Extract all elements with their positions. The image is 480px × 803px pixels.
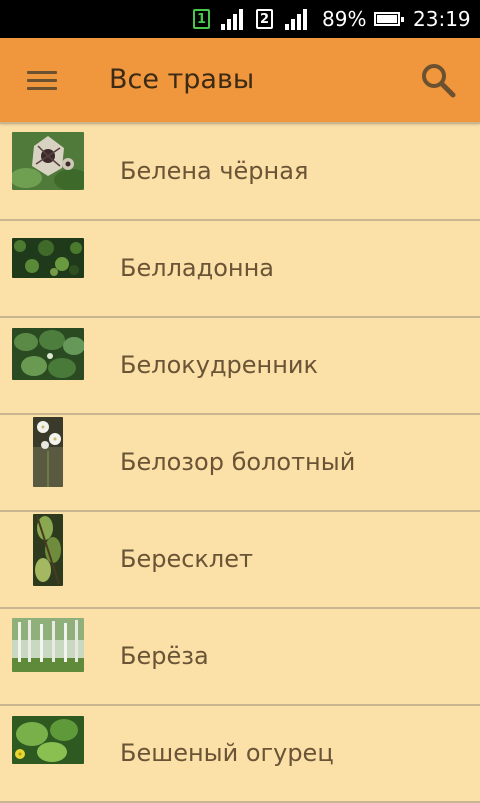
squirting-cucumber-thumbnail — [12, 716, 84, 764]
clock: 23:19 — [413, 7, 471, 31]
sim1-icon: 1 — [193, 0, 210, 38]
search-icon[interactable] — [418, 60, 458, 100]
list-item-label: Берёза — [120, 642, 209, 670]
belladonna-bush-thumbnail — [12, 238, 84, 278]
battery-icon — [374, 0, 404, 38]
birch-grove-thumbnail — [12, 618, 84, 672]
page-title: Все травы — [109, 64, 255, 95]
list-item-label: Белозор болотный — [120, 448, 356, 476]
list-item[interactable]: Бешеный огурец — [0, 706, 480, 803]
list-item-label: Бересклет — [120, 545, 254, 573]
list-item-label: Белокудренник — [120, 351, 319, 379]
list-item[interactable]: Берёза — [0, 609, 480, 706]
list-item-label: Белладонна — [120, 254, 274, 282]
list-item[interactable]: Бересклет — [0, 512, 480, 609]
signal2-icon — [285, 0, 307, 38]
list-item-label: Белена чёрная — [120, 157, 309, 185]
sim2-badge: 2 — [256, 9, 273, 29]
herb-list: Белена чёрная Белладонна Белокудренник Б… — [0, 122, 480, 803]
grass-of-parnassus-thumbnail — [33, 417, 63, 487]
euonymus-branch-thumbnail — [33, 514, 63, 586]
sim2-icon: 2 — [256, 0, 273, 38]
list-item[interactable]: Белена чёрная — [0, 122, 480, 221]
status-bar: 1 2 89% 23:19 — [0, 0, 480, 38]
hamburger-menu-icon[interactable] — [27, 71, 57, 91]
list-item[interactable]: Белозор болотный — [0, 415, 480, 512]
list-item[interactable]: Белладонна — [0, 221, 480, 318]
list-item[interactable]: Белокудренник — [0, 318, 480, 415]
ballota-leaves-thumbnail — [12, 328, 84, 380]
battery-percent: 89% — [322, 7, 367, 31]
henbane-flower-thumbnail — [12, 132, 84, 190]
app-toolbar: Все травы — [0, 38, 480, 122]
list-item-label: Бешеный огурец — [120, 739, 334, 767]
sim1-badge: 1 — [193, 9, 210, 29]
signal1-icon — [221, 0, 243, 38]
